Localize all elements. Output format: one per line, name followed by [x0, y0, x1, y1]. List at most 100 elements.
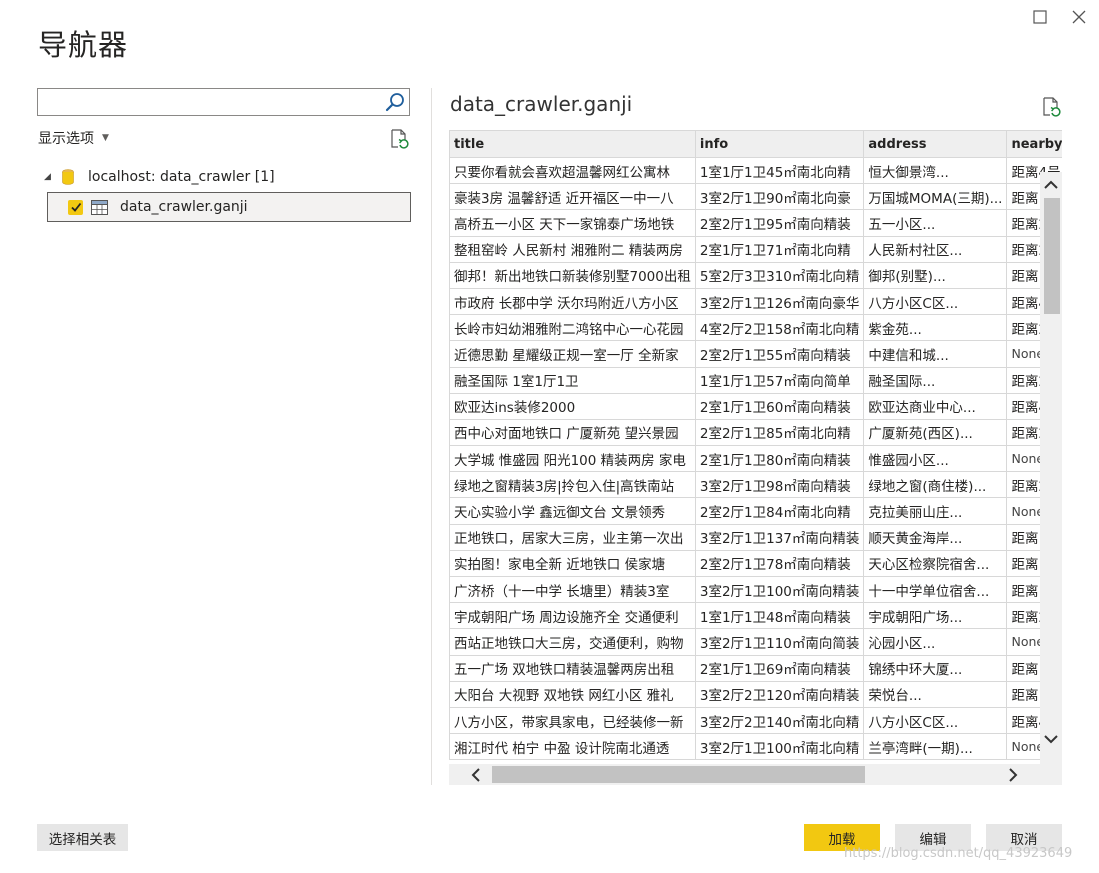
- checkmark-icon: [70, 202, 81, 212]
- table-cell: 沁园小区...: [863, 628, 1008, 656]
- horizontal-scrollbar[interactable]: [449, 764, 1062, 785]
- pane-divider[interactable]: [431, 88, 432, 785]
- table-cell: 3室2厅1卫98㎡南向精装: [694, 471, 865, 499]
- table-row[interactable]: 只要你看就会喜欢超温馨网红公寓林 1室1厅1卫45㎡南北向精 恒大御景湾... 距离4…: [449, 156, 1062, 185]
- table-cell: 欧亚达商业中心...: [863, 392, 1008, 420]
- scroll-down-icon[interactable]: [1042, 730, 1060, 748]
- table-row[interactable]: 实拍图！家电全新 近地铁口 侯家塘 2室2厅1卫78㎡南向精装 天心区检察院宿舍..…: [449, 549, 1062, 578]
- table-cell: 荣悦台...: [863, 680, 1008, 708]
- table-row[interactable]: 市政府 长郡中学 沃尔玛附近八方小区 3室2厅1卫126㎡南向豪华 八方小区C区..…: [449, 287, 1062, 316]
- table-header-row: title info address nearby: [449, 130, 1062, 158]
- table-cell: 2室1厅1卫80㎡南向精装: [694, 445, 865, 473]
- table-row[interactable]: 欧亚达ins装修2000 2室1厅1卫60㎡南向精装 欧亚达商业中心... 距离4号: [449, 392, 1062, 420]
- column-header[interactable]: address: [863, 130, 1008, 158]
- table-row[interactable]: 御邦！新出地铁口新装修别墅7000出租 5室2厅3卫310㎡南北向精 御邦(别墅).…: [449, 261, 1062, 289]
- table-row[interactable]: 长岭市妇幼湘雅附二鸿铭中心一心花园 4室2厅2卫158㎡南北向精 紫金苑... 距离2…: [449, 314, 1062, 342]
- table-cell: 5室2厅3卫310㎡南北向精: [694, 261, 865, 289]
- table-cell: 整租窑岭 人民新村 湘雅附二 精装两房: [449, 235, 696, 263]
- table-cell: 3室2厅1卫137㎡南向精装: [694, 523, 865, 551]
- table-row[interactable]: 高桥五一小区 天下一家锦泰广场地铁 2室2厅1卫95㎡南向精装 五一小区... 距离2…: [449, 209, 1062, 237]
- table-row[interactable]: 天心实验小学 鑫远御文台 文景领秀 2室2厅1卫84㎡南北向精 克拉美丽山庄... N…: [449, 497, 1062, 525]
- table-cell: 宇成朝阳广场 周边设施齐全 交通便利: [449, 602, 696, 630]
- table-row[interactable]: 整租窑岭 人民新村 湘雅附二 精装两房 2室1厅1卫71㎡南北向精 人民新村社区..…: [449, 235, 1062, 263]
- table-row[interactable]: 广济桥（十一中学 长塘里）精装3室 3室2厅1卫100㎡南向精装 十一中学单位宿舍.…: [449, 575, 1062, 604]
- column-header[interactable]: info: [694, 130, 865, 158]
- table-cell: 2室1厅1卫69㎡南向精装: [694, 654, 865, 682]
- table-row[interactable]: 湘江时代 柏宁 中盈 设计院南北通透 3室2厅1卫100㎡南北向精 兰亭湾畔(一期)…: [449, 733, 1062, 761]
- data-table: title info address nearby 只要你看就会喜欢超温馨网红公寓林 1…: [449, 130, 1062, 761]
- table-cell: 高桥五一小区 天下一家锦泰广场地铁: [449, 209, 696, 237]
- table-cell: 御邦(别墅)...: [863, 261, 1008, 289]
- dialog-title: 导航器: [38, 28, 129, 62]
- table-row[interactable]: 融圣国际 1室1厅1卫 1室1厅1卫57㎡南向简单 融圣国际... 距离2号: [449, 366, 1062, 394]
- table-cell: 五一小区...: [863, 209, 1008, 237]
- table-row[interactable]: 绿地之窗精装3房|拎包入住|高铁南站 3室2厅1卫98㎡南向精装 绿地之窗(商住楼)…: [449, 471, 1062, 499]
- table-row[interactable]: 八方小区，带家具家电，已经装修一新 3室2厅2卫140㎡南北向精 八方小区C区...…: [449, 706, 1062, 735]
- table-cell: 八方小区，带家具家电，已经装修一新: [449, 706, 696, 735]
- table-cell: 宇成朝阳广场...: [863, 602, 1008, 630]
- preview-grid[interactable]: title info address nearby 只要你看就会喜欢超温馨网红公寓林 1…: [449, 130, 1062, 785]
- display-options-dropdown[interactable]: 显示选项 ▼: [38, 128, 109, 148]
- close-icon: [1072, 10, 1086, 24]
- table-cell: 长岭市妇幼湘雅附二鸿铭中心一心花园: [449, 314, 696, 342]
- tree-node-server[interactable]: ◢ localhost: data_crawler [1]: [44, 166, 275, 188]
- table-cell: 4室2厅2卫158㎡南北向精: [694, 314, 865, 342]
- table-cell: 广济桥（十一中学 长塘里）精装3室: [449, 575, 696, 604]
- table-row[interactable]: 西中心对面地铁口 广厦新苑 望兴景园 2室2厅1卫85㎡南北向精 广厦新苑(西区).…: [449, 418, 1062, 447]
- table-row[interactable]: 大阳台 大视野 双地铁 网红小区 雅礼 3室2厅2卫120㎡南向精装 荣悦台... 距…: [449, 680, 1062, 708]
- table-cell: 只要你看就会喜欢超温馨网红公寓林: [449, 156, 696, 185]
- display-options-label: 显示选项: [38, 131, 94, 147]
- column-header[interactable]: nearby: [1006, 130, 1062, 158]
- table-row[interactable]: 大学城 惟盛园 阳光100 精装两房 家电 2室1厅1卫80㎡南向精装 惟盛园小区.…: [449, 445, 1062, 473]
- search-input[interactable]: [38, 89, 368, 115]
- vertical-scroll-thumb[interactable]: [1044, 198, 1060, 314]
- table-cell: 融圣国际 1室1厅1卫: [449, 366, 696, 394]
- table-row[interactable]: 近德思勤 星耀级正规一室一厅 全新家 2室2厅1卫55㎡南向精装 中建信和城... N…: [449, 340, 1062, 368]
- table-row[interactable]: 宇成朝阳广场 周边设施齐全 交通便利 1室1厅1卫48㎡南向精装 宇成朝阳广场...…: [449, 602, 1062, 630]
- refresh-icon[interactable]: [388, 128, 410, 150]
- table-cell: 中建信和城...: [863, 340, 1008, 368]
- scroll-right-icon[interactable]: [1004, 765, 1022, 784]
- table-row[interactable]: 西站正地铁口大三房，交通便利，购物 3室2厅1卫110㎡南向简装 沁园小区... No…: [449, 628, 1062, 656]
- table-row[interactable]: 五一广场 双地铁口精装温馨两房出租 2室1厅1卫69㎡南向精装 锦绣中环大厦... 距…: [449, 654, 1062, 682]
- table-cell: 2室2厅1卫85㎡南北向精: [694, 418, 865, 447]
- search-box[interactable]: [37, 88, 410, 116]
- table-cell: 广厦新苑(西区)...: [863, 418, 1008, 447]
- table-cell: 十一中学单位宿舍...: [863, 575, 1008, 604]
- table-cell: 湘江时代 柏宁 中盈 设计院南北通透: [449, 733, 696, 761]
- scroll-up-icon[interactable]: [1042, 176, 1060, 194]
- scroll-left-icon[interactable]: [467, 765, 485, 784]
- table-checkbox[interactable]: [68, 199, 83, 215]
- column-header[interactable]: title: [449, 130, 696, 158]
- table-cell: 3室2厅2卫140㎡南北向精: [694, 706, 865, 735]
- table-cell: 天心区检察院宿舍...: [863, 549, 1008, 578]
- maximize-button[interactable]: [1027, 6, 1053, 28]
- collapse-arrow-icon[interactable]: ◢: [44, 172, 60, 182]
- table-cell: 2室1厅1卫71㎡南北向精: [694, 235, 865, 263]
- watermark-text: https://blog.csdn.net/qq_43923649: [844, 846, 1073, 861]
- refresh-preview-icon[interactable]: [1040, 96, 1062, 118]
- table-cell: 近德思勤 星耀级正规一室一厅 全新家: [449, 340, 696, 368]
- table-cell: 欧亚达ins装修2000: [449, 392, 696, 420]
- table-cell: 绿地之窗精装3房|拎包入住|高铁南站: [449, 471, 696, 499]
- table-row[interactable]: 正地铁口，居家大三房，业主第一次出 3室2厅1卫137㎡南向精装 顺天黄金海岸...…: [449, 523, 1062, 551]
- table-cell: 恒大御景湾...: [863, 156, 1008, 185]
- table-cell: 八方小区C区...: [863, 706, 1008, 735]
- table-cell: 正地铁口，居家大三房，业主第一次出: [449, 523, 696, 551]
- table-cell: 御邦！新出地铁口新装修别墅7000出租: [449, 261, 696, 289]
- table-cell: 1室1厅1卫48㎡南向精装: [694, 602, 865, 630]
- table-cell: 西站正地铁口大三房，交通便利，购物: [449, 628, 696, 656]
- table-cell: 大阳台 大视野 双地铁 网红小区 雅礼: [449, 680, 696, 708]
- tree-node-table[interactable]: data_crawler.ganji: [47, 192, 411, 222]
- table-cell: 大学城 惟盛园 阳光100 精装两房 家电: [449, 445, 696, 473]
- table-cell: 2室2厅1卫84㎡南北向精: [694, 497, 865, 525]
- table-row[interactable]: 豪装3房 温馨舒适 近开福区一中一八 3室2厅1卫90㎡南北向豪 万国城MOMA(三…: [449, 183, 1062, 211]
- table-cell: 市政府 长郡中学 沃尔玛附近八方小区: [449, 287, 696, 316]
- table-cell: 绿地之窗(商住楼)...: [863, 471, 1008, 499]
- search-icon[interactable]: [384, 91, 406, 113]
- vertical-scrollbar[interactable]: [1040, 172, 1062, 764]
- table-cell: 2室2厅1卫78㎡南向精装: [694, 549, 865, 578]
- close-button[interactable]: [1066, 6, 1092, 28]
- select-related-tables-button[interactable]: 选择相关表: [37, 824, 128, 851]
- horizontal-scroll-thumb[interactable]: [492, 766, 865, 783]
